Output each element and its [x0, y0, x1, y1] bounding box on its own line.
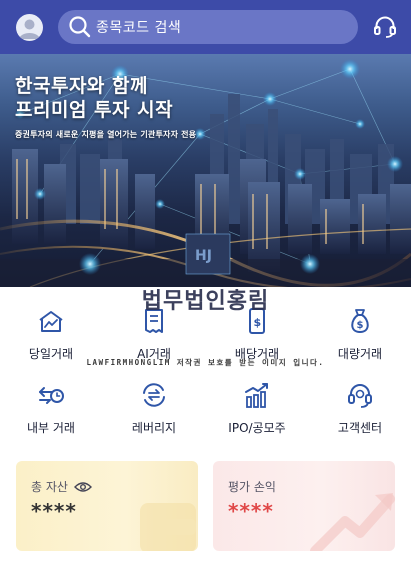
trend-chart-icon	[39, 311, 63, 332]
total-assets-title: 총 자산	[31, 478, 92, 495]
menu-item-dividend-trade[interactable]: $ 배당거래	[207, 306, 307, 366]
eye-icon[interactable]	[73, 481, 92, 493]
total-assets-value: ****	[31, 499, 77, 523]
hero-subtitle: 증권투자의 새로운 지평을 열어가는 기관투자자 전용	[15, 130, 197, 139]
svg-text:HJ: HJ	[195, 248, 212, 264]
profit-loss-card[interactable]: 평가 손익 ****	[213, 461, 395, 551]
hero-title-line1: 한국투자와 함께	[15, 75, 148, 97]
headset-icon[interactable]	[373, 15, 397, 39]
clock-transfer-icon	[39, 387, 64, 404]
menu-label: IPO/공모주	[228, 421, 286, 435]
menu-item-day-trade[interactable]: 당일거래	[1, 306, 101, 366]
menu-item-ai-trade[interactable]: AI거래	[104, 306, 204, 366]
menu-label: 내부 거래	[27, 421, 75, 435]
menu-item-ipo[interactable]: IPO/공모주	[207, 380, 307, 440]
search-bar[interactable]: 종목코드 검색	[58, 10, 358, 44]
menu-item-bulk-trade[interactable]: $ 대량거래	[310, 306, 410, 366]
menu-label: 대량거래	[337, 347, 383, 361]
dividend-phone-icon: $	[249, 308, 265, 334]
menu-label: AI거래	[137, 347, 171, 361]
menu-item-leverage[interactable]: 레버리지	[104, 380, 204, 440]
menu-item-customer-center[interactable]: 고객센터	[310, 380, 410, 440]
svg-text:$: $	[357, 320, 364, 331]
hero-title-line2: 프리미엄 투자 시작	[15, 99, 174, 121]
top-bar: 종목코드 검색	[0, 0, 411, 54]
menu-label: 레버리지	[131, 421, 177, 435]
bar-growth-icon	[245, 383, 268, 408]
profit-loss-title: 평가 손익	[228, 480, 276, 494]
total-assets-card[interactable]: 총 자산 ****	[16, 461, 198, 551]
customer-service-icon	[348, 384, 372, 408]
wallet-decoration	[140, 503, 196, 551]
hero-title: 한국투자와 함께 프리미엄 투자 시작	[15, 74, 173, 122]
search-icon	[69, 16, 91, 38]
hero-banner[interactable]: HJ 한국투자와 함께 프리미엄 투자 시작 증권투자의 새로운 지평을 열어가…	[0, 54, 411, 287]
svg-text:$: $	[254, 316, 262, 329]
menu-item-internal-trade[interactable]: 내부 거래	[1, 380, 101, 440]
total-assets-label: 총 자산	[31, 480, 68, 494]
growth-arrow-decoration	[310, 493, 395, 551]
receipt-icon	[145, 309, 163, 333]
menu-label: 배당거래	[234, 347, 280, 361]
money-bag-icon: $	[351, 309, 369, 333]
exchange-arrows-icon	[143, 383, 165, 407]
menu-label: 당일거래	[28, 347, 74, 361]
user-avatar-icon[interactable]	[16, 14, 43, 41]
profit-loss-value: ****	[228, 499, 274, 523]
search-placeholder: 종목코드 검색	[96, 20, 182, 36]
menu-label: 고객센터	[337, 421, 383, 435]
